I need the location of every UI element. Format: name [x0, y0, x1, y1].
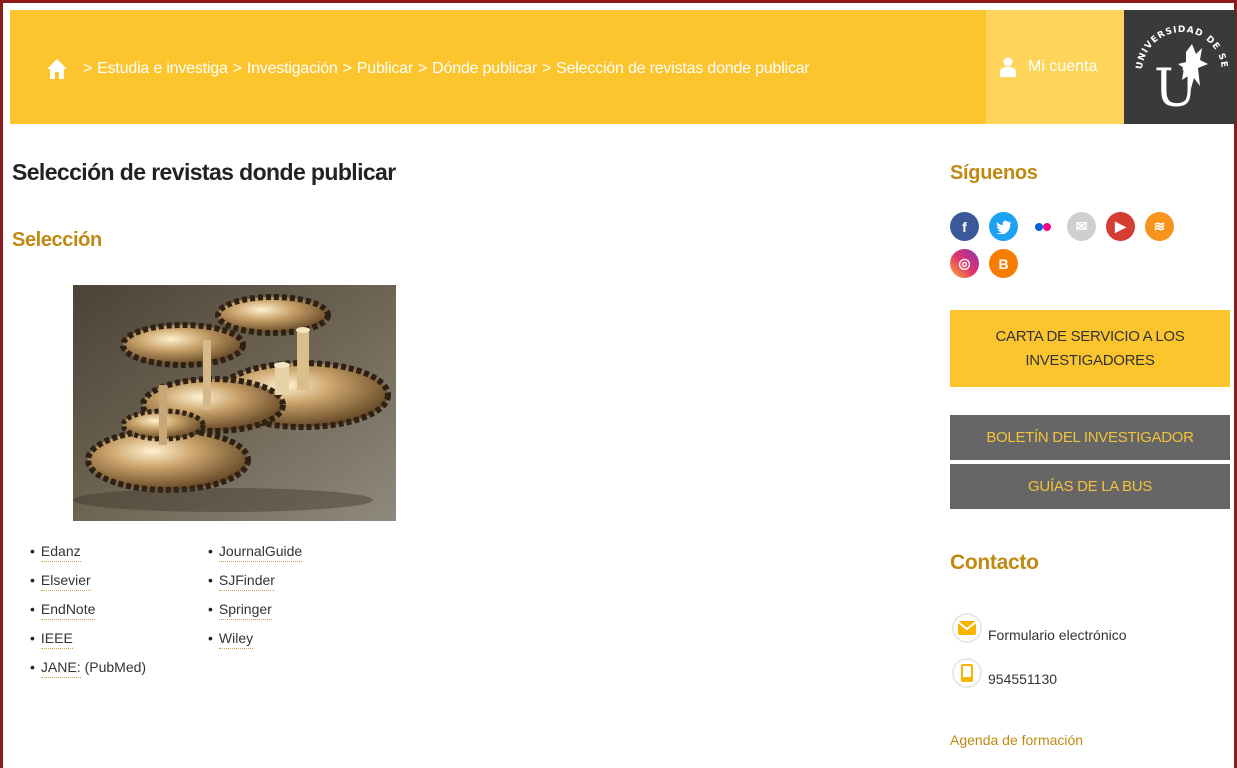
contact-phone: 954551130: [988, 671, 1058, 687]
breadcrumb-item-current: Selección de revistas donde publicar: [556, 60, 810, 77]
page-title: Selección de revistas donde publicar: [12, 159, 396, 185]
bullet: •: [30, 601, 35, 617]
breadcrumb-item-estudia[interactable]: Estudia e investiga: [97, 60, 228, 78]
journal-list-right: • JournalGuide • SJFinder • Springer • W…: [208, 543, 303, 659]
link-edanz[interactable]: Edanz: [40, 543, 81, 562]
link-jane[interactable]: JANE:: [40, 659, 81, 678]
breadcrumb: > Estudia e investiga > Investigación > …: [46, 58, 810, 80]
breadcrumb-separator: >: [541, 60, 552, 77]
breadcrumb-separator: >: [232, 60, 242, 77]
phone-icon: [952, 658, 982, 688]
account-label: Mi cuenta: [1028, 58, 1098, 75]
gears-image: [73, 285, 396, 521]
carta-label: CARTA DE SERVICIO A LOS INVESTIGADORES: [995, 325, 1184, 373]
user-icon: [1000, 57, 1016, 77]
facebook-icon[interactable]: f: [950, 212, 979, 241]
header-bar: > Estudia e investiga > Investigación > …: [10, 10, 1236, 124]
bullet: •: [208, 543, 213, 559]
instagram-icon[interactable]: ◎: [950, 249, 979, 278]
list-item: • SJFinder: [208, 572, 302, 601]
link-endnote[interactable]: EndNote: [40, 601, 96, 620]
list-item: • JournalGuide: [208, 543, 303, 572]
link-ieee[interactable]: IEEE: [40, 630, 73, 649]
link-springer[interactable]: Springer: [218, 601, 272, 620]
twitter-icon[interactable]: [989, 212, 1018, 241]
bullet: •: [30, 572, 35, 588]
home-icon[interactable]: [46, 58, 68, 80]
list-item: • Wiley: [208, 630, 302, 659]
bullet: •: [30, 543, 35, 559]
follow-title: Síguenos: [950, 162, 1038, 184]
bullet: •: [208, 601, 213, 617]
breadcrumb-separator: >: [83, 60, 93, 77]
bullet: •: [30, 659, 35, 675]
flickr-icon[interactable]: [1028, 212, 1057, 241]
contact-form-label: Formulario electrónico: [988, 627, 1127, 643]
boletin-button[interactable]: BOLETÍN DEL INVESTIGADOR: [950, 415, 1230, 460]
email-icon[interactable]: ✉: [1067, 212, 1096, 241]
blogger-icon[interactable]: B: [989, 249, 1018, 278]
link-sjfinder[interactable]: SJFinder: [218, 572, 275, 591]
carta-line-2: INVESTIGADORES: [1025, 351, 1155, 369]
carta-line-1: CARTA DE SERVICIO A LOS: [995, 327, 1185, 345]
envelope-icon: [952, 613, 982, 643]
rss-icon[interactable]: ≋: [1145, 212, 1174, 241]
carta-servicio-button[interactable]: CARTA DE SERVICIO A LOS INVESTIGADORES: [950, 310, 1230, 387]
jane-extra-text: (PubMed): [84, 659, 147, 675]
breadcrumb-item-investigacion[interactable]: Investigación: [247, 60, 338, 78]
list-item: • Elsevier: [30, 572, 146, 601]
list-item: • JANE: (PubMed): [30, 659, 146, 688]
list-item: • Edanz: [30, 543, 146, 572]
university-seal-icon: UNIVERSIDAD DE SEVILLA U: [1124, 10, 1228, 119]
agenda-link[interactable]: Agenda de formación: [950, 732, 1083, 748]
list-item: • IEEE: [30, 630, 146, 659]
breadcrumb-separator: >: [342, 60, 352, 77]
breadcrumb-separator: >: [418, 60, 428, 77]
section-title: Selección: [12, 229, 102, 251]
link-wiley[interactable]: Wiley: [218, 630, 254, 649]
link-elsevier[interactable]: Elsevier: [40, 572, 91, 591]
journal-list-left: • Edanz • Elsevier • EndNote • IEEE • JA…: [30, 543, 146, 688]
bullet: •: [30, 630, 35, 646]
guias-button[interactable]: GUÍAS DE LA BUS: [950, 464, 1230, 509]
youtube-icon[interactable]: ▶: [1106, 212, 1135, 241]
contact-phone-row[interactable]: 954551130: [952, 658, 1057, 688]
account-button[interactable]: Mi cuenta: [986, 10, 1124, 124]
list-item: • EndNote: [30, 601, 146, 630]
contact-form-row[interactable]: Formulario electrónico: [952, 613, 1127, 643]
breadcrumb-item-publicar[interactable]: Publicar: [357, 60, 413, 78]
contact-title: Contacto: [950, 551, 1039, 574]
list-item: • Springer: [208, 601, 302, 630]
breadcrumb-item-donde-publicar[interactable]: Dónde publicar: [432, 60, 537, 78]
bullet: •: [208, 572, 213, 588]
university-logo[interactable]: UNIVERSIDAD DE SEVILLA U: [1124, 10, 1236, 124]
social-links: f ✉ ▶ ≋ ◎ B: [950, 212, 1210, 278]
bullet: •: [208, 630, 213, 646]
link-journalguide[interactable]: JournalGuide: [218, 543, 303, 562]
